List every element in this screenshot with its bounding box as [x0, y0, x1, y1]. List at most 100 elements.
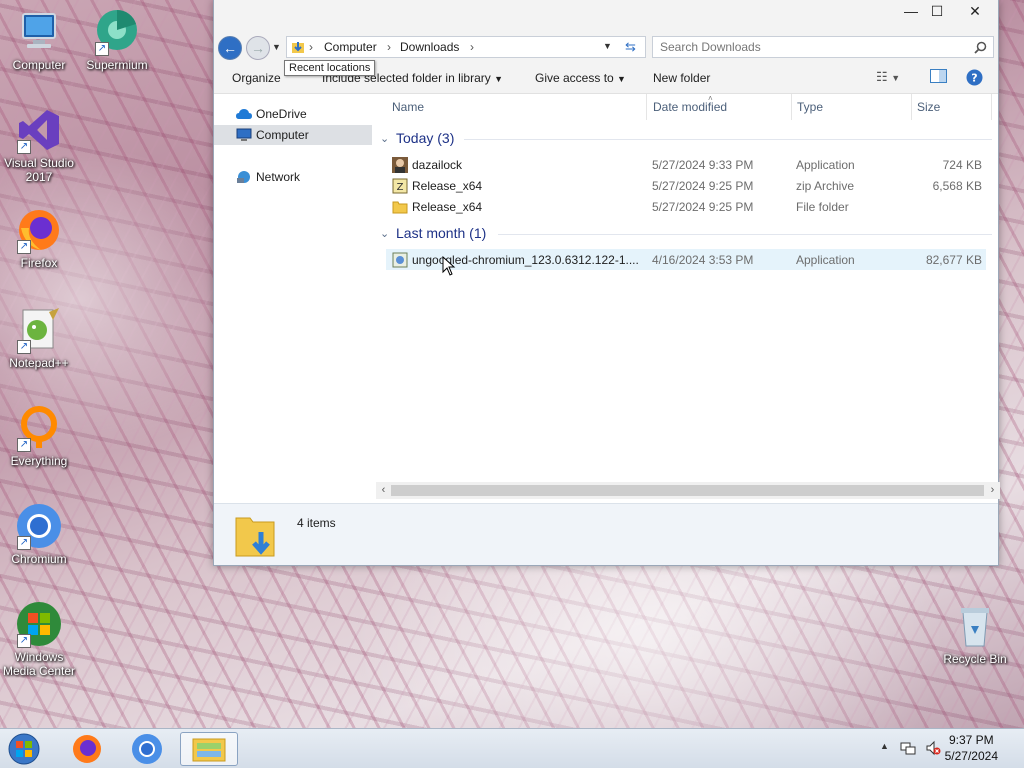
file-list[interactable]: Name Date modified ˄ Type Size ⌄ Today (…: [372, 94, 998, 503]
close-button[interactable]: ✕: [958, 0, 992, 22]
group-header-last-month[interactable]: Last month (1): [396, 225, 486, 241]
explorer-window[interactable]: — ☐ ✕ ← → ▼ › Computer › Downloads › ▼ ⇆…: [213, 0, 1000, 566]
shortcut-arrow-icon: ↗: [17, 140, 31, 154]
navigation-bar: ← → ▼ › Computer › Downloads › ▼ ⇆ Searc…: [214, 30, 998, 62]
column-header-name[interactable]: Name: [392, 100, 424, 114]
taskbar-firefox[interactable]: [60, 732, 114, 766]
desktop-icon-everything[interactable]: ↗ Everything: [0, 404, 78, 468]
desktop-icon-label: Everything: [10, 454, 68, 468]
windows-media-center-icon: ↗: [15, 600, 63, 648]
taskbar-chromium[interactable]: [120, 732, 174, 766]
forward-button[interactable]: →: [246, 36, 270, 60]
desktop-icon-visual-studio[interactable]: ↗ Visual Studio 2017: [0, 106, 78, 184]
nav-label: OneDrive: [256, 107, 307, 121]
windows-orb-icon: [8, 733, 40, 765]
scrollbar-thumb[interactable]: [391, 485, 984, 496]
mouse-cursor-icon: [442, 256, 456, 276]
computer-icon: [15, 8, 63, 56]
show-hidden-icons-icon[interactable]: ▲: [880, 741, 889, 751]
application-icon: [392, 157, 408, 173]
file-size: 724 KB: [942, 158, 982, 172]
chromium-icon: ↗: [15, 502, 63, 550]
nav-item-network[interactable]: Network: [214, 167, 372, 187]
horizontal-scrollbar[interactable]: ‹ ›: [376, 482, 1000, 499]
item-count: 4 items: [297, 516, 336, 530]
breadcrumb-separator-icon: ›: [309, 40, 313, 54]
search-input[interactable]: Search Downloads: [652, 36, 994, 58]
desktop-icon-label: Firefox: [20, 256, 58, 270]
recent-locations-dropdown[interactable]: ▼: [272, 42, 281, 52]
zip-archive-icon: Z: [392, 178, 408, 194]
file-name: Release_x64: [412, 200, 483, 214]
group-collapse-chevron-icon[interactable]: ⌄: [380, 132, 389, 145]
desktop-icon-supermium[interactable]: ↗ Supermium: [78, 8, 156, 72]
nav-item-onedrive[interactable]: OneDrive: [214, 104, 372, 124]
start-button[interactable]: [4, 732, 48, 766]
help-icon[interactable]: ?: [966, 69, 983, 89]
firefox-icon: ↗: [15, 206, 63, 254]
table-row[interactable]: Z Release_x64 5/27/2024 9:25 PM zip Arch…: [386, 175, 986, 196]
title-bar[interactable]: — ☐ ✕: [214, 0, 998, 30]
column-header-size[interactable]: Size: [917, 100, 940, 114]
file-size: 6,568 KB: [932, 179, 982, 193]
desktop-icon-recycle-bin[interactable]: Recycle Bin: [936, 602, 1014, 666]
breadcrumb-downloads[interactable]: Downloads: [400, 40, 459, 54]
file-name: dazailock: [412, 158, 463, 172]
table-row[interactable]: ungoogled-chromium_123.0.6312.122-1.... …: [386, 249, 986, 270]
table-row[interactable]: dazailock 5/27/2024 9:33 PM Application …: [386, 154, 986, 175]
folder-icon: [392, 201, 408, 214]
sort-chevron-icon: ˄: [708, 94, 713, 103]
desktop-icon-windows-media-center[interactable]: ↗ Windows Media Center: [0, 600, 78, 678]
desktop-icon-computer[interactable]: Computer: [0, 8, 78, 72]
scroll-right-icon[interactable]: ›: [985, 482, 1000, 499]
installer-application-icon: [392, 252, 408, 268]
desktop-icon-label: Windows Media Center: [2, 650, 76, 678]
recent-locations-tooltip: Recent locations: [284, 60, 376, 76]
desktop-icon-notepadpp[interactable]: ↗ Notepad++: [0, 306, 78, 370]
desktop-icon-label: Computer: [12, 58, 66, 72]
desktop-icon-chromium[interactable]: ↗ Chromium: [0, 502, 78, 566]
nav-item-computer[interactable]: Computer: [214, 125, 372, 145]
column-header-type[interactable]: Type: [797, 100, 823, 114]
address-bar[interactable]: › Computer › Downloads › ▼ ⇆: [286, 36, 646, 58]
chevron-down-icon: ▼: [494, 74, 504, 84]
chromium-icon: [132, 734, 162, 764]
table-row[interactable]: Release_x64 5/27/2024 9:25 PM File folde…: [386, 196, 986, 217]
shortcut-arrow-icon: ↗: [17, 438, 31, 452]
shortcut-arrow-icon: ↗: [17, 240, 31, 254]
network-status-icon[interactable]: [900, 740, 916, 756]
search-icon: [974, 41, 987, 54]
search-placeholder: Search Downloads: [660, 40, 761, 54]
clock-time: 9:37 PM: [948, 733, 994, 747]
shortcut-arrow-icon: ↗: [17, 634, 31, 648]
details-pane: 4 items: [214, 503, 998, 565]
view-options-icon[interactable]: ☷ ▼: [876, 69, 900, 85]
file-type: File folder: [796, 200, 849, 214]
scroll-left-icon[interactable]: ‹: [376, 482, 391, 499]
organize-button[interactable]: Organize: [232, 71, 281, 85]
back-button[interactable]: ←: [218, 36, 242, 60]
preview-pane-icon[interactable]: [930, 69, 947, 86]
volume-muted-icon[interactable]: [925, 740, 941, 756]
maximize-button[interactable]: ☐: [920, 0, 954, 22]
group-collapse-chevron-icon[interactable]: ⌄: [380, 227, 389, 240]
recycle-bin-icon: [951, 602, 999, 650]
taskbar-file-explorer[interactable]: [180, 732, 238, 766]
desktop-icon-firefox[interactable]: ↗ Firefox: [0, 206, 78, 270]
new-folder-button[interactable]: New folder: [653, 71, 710, 85]
column-header-date[interactable]: Date modified: [653, 100, 727, 114]
desktop-icon-label: Notepad++: [9, 356, 69, 370]
clock-date: 5/27/2024: [944, 749, 998, 763]
firefox-icon: [73, 735, 101, 763]
file-explorer-icon: [192, 738, 226, 762]
desktop-icon-label: Chromium: [11, 552, 67, 566]
refresh-icon[interactable]: ⇆: [625, 39, 636, 55]
address-history-dropdown-icon[interactable]: ▼: [603, 41, 612, 51]
group-header-today[interactable]: Today (3): [396, 130, 454, 146]
breadcrumb-computer[interactable]: Computer: [324, 40, 377, 54]
network-icon: [237, 171, 250, 183]
system-clock[interactable]: 9:37 PM 5/27/2024: [945, 732, 998, 764]
svg-text:?: ?: [971, 72, 977, 85]
give-access-button[interactable]: Give access to ▼: [535, 71, 626, 85]
desktop-icon-label: Recycle Bin: [943, 652, 1007, 666]
